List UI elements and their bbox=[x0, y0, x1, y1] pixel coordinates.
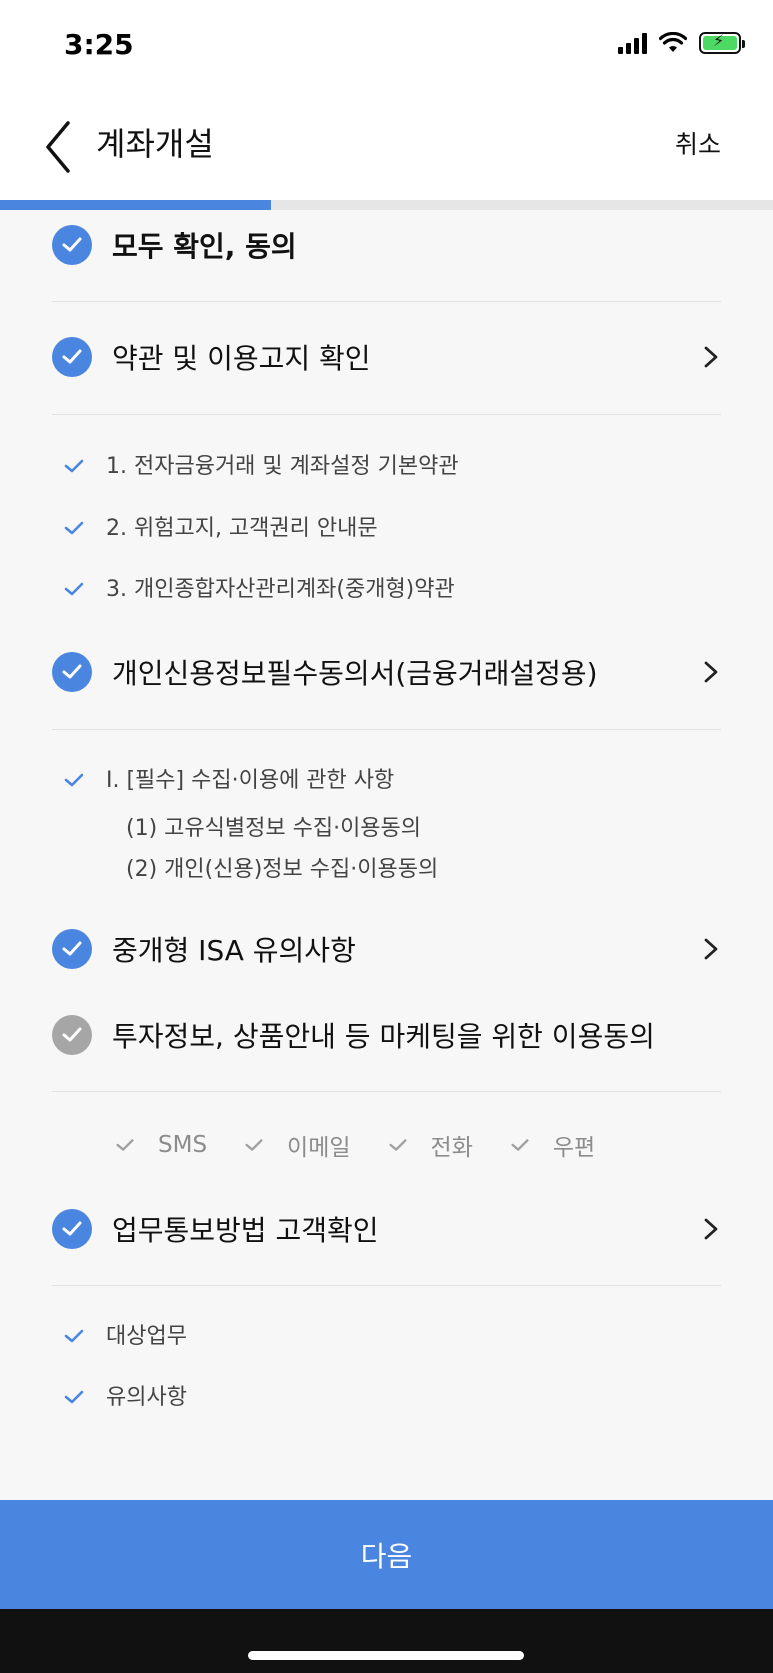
list-item: I. [필수] 수집·이용에 관한 사항 bbox=[62, 766, 394, 796]
list-item: 1. 전자금융거래 및 계좌설정 기본약관 bbox=[62, 452, 459, 482]
wifi-icon bbox=[659, 32, 687, 52]
check-icon bbox=[116, 1139, 134, 1151]
check-icon bbox=[64, 521, 84, 535]
check-icon bbox=[64, 459, 84, 473]
channel-sms[interactable]: SMS bbox=[114, 1128, 207, 1162]
section-terms-row[interactable]: 약관 및 이용고지 확인 bbox=[52, 337, 721, 377]
divider bbox=[52, 1285, 721, 1286]
section-terms-label: 약관 및 이용고지 확인 bbox=[112, 342, 371, 375]
sub-list-item: (2) 개인(신용)정보 수집·이용동의 bbox=[126, 857, 439, 882]
chevron-right-icon[interactable] bbox=[701, 1214, 721, 1244]
agree-all-row[interactable]: 모두 확인, 동의 bbox=[52, 225, 721, 265]
channel-phone[interactable]: 전화 bbox=[387, 1128, 473, 1162]
next-button[interactable]: 다음 bbox=[0, 1500, 773, 1609]
nav-header: 계좌개설 취소 bbox=[0, 95, 773, 200]
divider bbox=[52, 1091, 721, 1092]
check-icon bbox=[389, 1139, 407, 1151]
home-indicator-area bbox=[0, 1609, 773, 1673]
list-item: 유의사항 bbox=[62, 1383, 187, 1413]
section-terms-check-icon[interactable] bbox=[52, 337, 92, 377]
status-time: 3:25 bbox=[64, 28, 134, 61]
list-item-label: I. [필수] 수집·이용에 관한 사항 bbox=[106, 768, 395, 793]
page-title: 계좌개설 bbox=[96, 125, 214, 163]
chevron-right-icon[interactable] bbox=[701, 342, 721, 372]
check-icon bbox=[64, 1390, 84, 1404]
back-chevron-icon[interactable] bbox=[40, 115, 80, 175]
check-icon bbox=[245, 1139, 263, 1151]
list-item-label: 1. 전자금융거래 및 계좌설정 기본약관 bbox=[106, 454, 459, 479]
section-credit-info-check-icon[interactable] bbox=[52, 652, 92, 692]
check-icon bbox=[64, 582, 84, 596]
channel-label: 이메일 bbox=[287, 1135, 351, 1161]
channel-label: 전화 bbox=[430, 1135, 473, 1161]
list-item: 2. 위험고지, 고객권리 안내문 bbox=[62, 514, 378, 544]
list-item: 3. 개인종합자산관리계좌(중개형)약관 bbox=[62, 575, 455, 605]
progress-bar bbox=[0, 200, 773, 210]
check-icon bbox=[511, 1139, 529, 1151]
section-marketing-row[interactable]: 투자정보, 상품안내 등 마케팅을 위한 이용동의 bbox=[52, 1015, 721, 1055]
list-item-label: 대상업무 bbox=[106, 1324, 187, 1349]
divider bbox=[52, 301, 721, 302]
section-notification-method-label: 업무통보방법 고객확인 bbox=[112, 1214, 379, 1247]
battery-charging-icon: ⚡ bbox=[699, 31, 745, 54]
list-item: 대상업무 bbox=[62, 1322, 187, 1352]
status-bar: 3:25 ⚡ bbox=[0, 0, 773, 95]
progress-fill bbox=[0, 200, 271, 210]
list-item-label: 3. 개인종합자산관리계좌(중개형)약관 bbox=[106, 577, 455, 602]
section-notification-method-row[interactable]: 업무통보방법 고객확인 bbox=[52, 1209, 721, 1249]
channel-label: 우편 bbox=[552, 1135, 596, 1161]
section-isa-notice-row[interactable]: 중개형 ISA 유의사항 bbox=[52, 929, 721, 969]
section-notification-method-check-icon[interactable] bbox=[52, 1209, 92, 1249]
check-icon bbox=[64, 773, 84, 787]
section-isa-notice-check-icon[interactable] bbox=[52, 929, 92, 969]
divider bbox=[52, 414, 721, 415]
check-icon bbox=[64, 1329, 84, 1343]
divider bbox=[52, 729, 721, 730]
cancel-button[interactable]: 취소 bbox=[675, 125, 721, 161]
cellular-signal-icon bbox=[618, 32, 647, 54]
section-isa-notice-label: 중개형 ISA 유의사항 bbox=[112, 934, 356, 967]
list-item-label: 유의사항 bbox=[106, 1385, 187, 1410]
agree-all-check-icon[interactable] bbox=[52, 225, 92, 265]
list-item-label: 2. 위험고지, 고객권리 안내문 bbox=[106, 516, 378, 541]
section-credit-info-label: 개인신용정보필수동의서(금융거래설정용) bbox=[112, 657, 598, 690]
home-indicator[interactable] bbox=[248, 1651, 524, 1660]
sub-list-item: (1) 고유식별정보 수집·이용동의 bbox=[126, 816, 422, 841]
channel-email[interactable]: 이메일 bbox=[243, 1128, 351, 1162]
section-marketing-label: 투자정보, 상품안내 등 마케팅을 위한 이용동의 bbox=[112, 1020, 655, 1053]
status-icons: ⚡ bbox=[618, 31, 745, 54]
chevron-right-icon[interactable] bbox=[701, 657, 721, 687]
channel-label: SMS bbox=[158, 1132, 208, 1158]
section-marketing-check-icon[interactable] bbox=[52, 1015, 92, 1055]
marketing-channels: SMS 이메일 전화 우편 bbox=[114, 1128, 595, 1162]
section-credit-info-row[interactable]: 개인신용정보필수동의서(금융거래설정용) bbox=[52, 652, 721, 692]
chevron-right-icon[interactable] bbox=[701, 934, 721, 964]
agree-all-label: 모두 확인, 동의 bbox=[112, 230, 297, 263]
channel-mail[interactable]: 우편 bbox=[509, 1128, 595, 1162]
